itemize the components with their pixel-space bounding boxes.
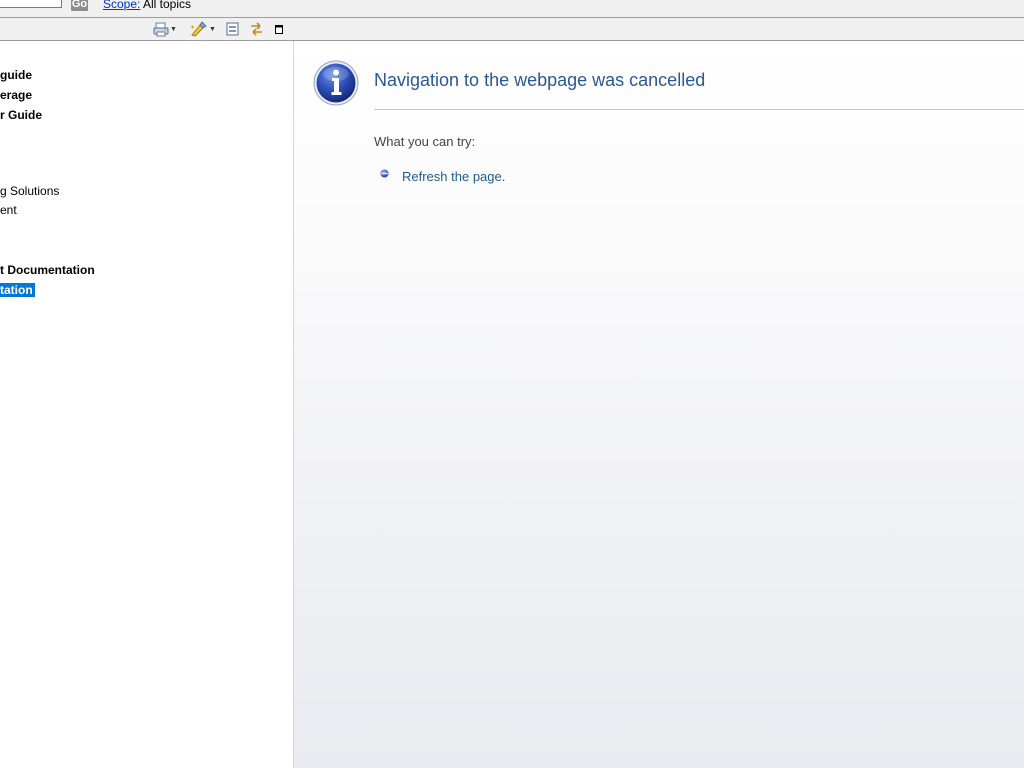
toc-item[interactable]: erage bbox=[0, 88, 32, 102]
link-with-contents-icon bbox=[251, 22, 262, 36]
highlight-search-button[interactable]: ▼ bbox=[190, 20, 216, 38]
what-you-can-try-label: What you can try: bbox=[374, 134, 476, 149]
toc-item[interactable]: ent bbox=[0, 203, 17, 217]
go-button[interactable]: Go bbox=[71, 0, 88, 11]
highlight-dropdown-arrow-icon[interactable]: ▼ bbox=[209, 26, 216, 33]
toc-pane: guide erage r Guide g Solutions ent t Do… bbox=[0, 41, 293, 768]
toc-item[interactable]: guide bbox=[0, 68, 32, 82]
search-bar: Go Scope: All topics bbox=[0, 0, 1024, 18]
scope-value: All topics bbox=[143, 0, 192, 11]
print-button[interactable]: ▼ bbox=[153, 20, 177, 38]
info-icon bbox=[313, 60, 359, 106]
link-with-contents-button[interactable] bbox=[248, 20, 265, 38]
toc-item[interactable]: t Documentation bbox=[0, 263, 95, 277]
content-pane: Navigation to the webpage was cancelled … bbox=[294, 41, 1024, 768]
bullet-icon bbox=[380, 169, 389, 178]
toc-item[interactable]: g Solutions bbox=[0, 184, 59, 198]
highlight-icon bbox=[191, 21, 207, 37]
refresh-page-link[interactable]: Refresh the page. bbox=[402, 169, 505, 184]
maximize-button[interactable] bbox=[274, 20, 284, 38]
scope-link[interactable]: Scope: bbox=[103, 0, 140, 11]
collapse-all-icon bbox=[226, 22, 239, 36]
toc-item-selected[interactable]: tation bbox=[0, 283, 35, 297]
print-icon bbox=[153, 22, 169, 37]
toc-item[interactable]: r Guide bbox=[0, 108, 42, 122]
toc-toolbar: ▼ ▼ bbox=[0, 18, 1024, 41]
search-input[interactable] bbox=[0, 0, 62, 8]
maximize-icon bbox=[275, 25, 283, 34]
title-divider bbox=[374, 109, 1024, 110]
page-title: Navigation to the webpage was cancelled bbox=[374, 70, 706, 90]
collapse-all-button[interactable] bbox=[225, 20, 240, 38]
print-dropdown-arrow-icon[interactable]: ▼ bbox=[170, 26, 177, 33]
